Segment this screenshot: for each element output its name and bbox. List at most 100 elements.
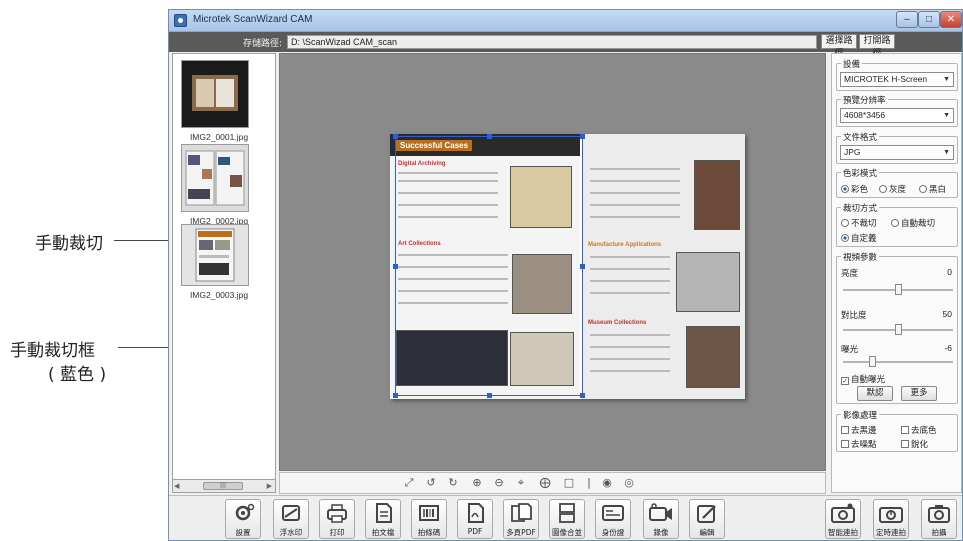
doc-text-line bbox=[590, 280, 670, 282]
auto-exposure-label: 自動曝光 bbox=[851, 375, 886, 385]
timed-burst-button[interactable]: 定時連拍 bbox=[873, 499, 909, 539]
save-path-label: 存儲路徑: bbox=[243, 39, 283, 49]
crop-handle-top-left[interactable] bbox=[393, 134, 398, 139]
capture-document-button[interactable]: 拍文檔 bbox=[365, 499, 401, 539]
barcode-icon bbox=[419, 505, 439, 521]
remove-background-checkbox[interactable]: 去底色 bbox=[901, 424, 937, 436]
color-mode-gray-radio[interactable]: 灰度 bbox=[879, 183, 906, 195]
close-button[interactable]: ✕ bbox=[940, 11, 962, 28]
expand-icon[interactable]: □ bbox=[562, 476, 576, 490]
minimize-button[interactable]: – bbox=[896, 11, 918, 28]
capture-barcode-button[interactable]: 拍條碼 bbox=[411, 499, 447, 539]
maximize-button[interactable]: □ bbox=[918, 11, 940, 28]
crop-mode-auto-radio[interactable]: 自動裁切 bbox=[891, 217, 935, 229]
color-mode-title: 色彩模式 bbox=[841, 167, 880, 179]
print-button[interactable]: 打印 bbox=[319, 499, 355, 539]
doc-text-line bbox=[590, 292, 670, 294]
crop-mode-none-label: 不裁切 bbox=[851, 219, 877, 229]
manual-crop-frame[interactable] bbox=[393, 134, 585, 398]
sharpen-checkbox[interactable]: 銳化 bbox=[901, 438, 928, 450]
multi-page-pdf-button[interactable]: 多頁PDF bbox=[503, 499, 539, 539]
image-merge-button[interactable]: 圖像合並 bbox=[549, 499, 585, 539]
center-crop-icon[interactable]: ⨁ bbox=[538, 476, 552, 490]
checkbox-icon bbox=[901, 440, 909, 448]
select-path-button[interactable]: 選擇路徑 bbox=[821, 34, 857, 59]
denoise-checkbox[interactable]: 去噪點 bbox=[841, 438, 877, 450]
capture-button[interactable]: 拍攝 bbox=[921, 499, 957, 539]
color-mode-bw-radio[interactable]: 黑白 bbox=[919, 183, 946, 195]
device-value: MICROTEK H-Screen bbox=[844, 74, 928, 84]
device-select[interactable]: MICROTEK H-Screen ▼ bbox=[840, 72, 954, 87]
default-button[interactable]: 默認 bbox=[857, 386, 893, 401]
doc-text-line bbox=[590, 168, 680, 170]
zoom-in-icon[interactable]: ⊕ bbox=[470, 476, 484, 490]
pdf-icon bbox=[468, 503, 484, 523]
crop-handle-top[interactable] bbox=[487, 134, 492, 139]
thumbnail-scrollbar[interactable]: ◀ ||| ▶ bbox=[172, 479, 276, 493]
doc-text-line bbox=[590, 334, 670, 336]
chevron-down-icon: ▼ bbox=[943, 149, 950, 156]
crop-handle-left[interactable] bbox=[393, 264, 398, 269]
remove-black-border-checkbox[interactable]: 去黑邊 bbox=[841, 424, 877, 436]
scrollbar-thumb[interactable]: ||| bbox=[203, 482, 243, 490]
capture-barcode-button-label: 拍條碼 bbox=[417, 528, 441, 537]
preview-toolbar: ⤢ ↺ ↻ ⊕ ⊖ ⌖ ⨁ □ | ◉ ◎ bbox=[279, 472, 826, 494]
sharpen-label: 銳化 bbox=[911, 440, 929, 450]
preview-resolution-select[interactable]: 4608*3456 ▼ bbox=[840, 108, 954, 123]
zoom-out-icon[interactable]: ⊖ bbox=[492, 476, 506, 490]
more-button[interactable]: 更多 bbox=[901, 386, 937, 401]
thumbnail-2[interactable] bbox=[181, 144, 249, 212]
thumbnail-1-image bbox=[182, 61, 248, 127]
callout-manual-crop-frame: 手動裁切框 bbox=[10, 341, 95, 361]
screenshot-root: 手動裁切 手動裁切框 ( 藍色 ) Microtek ScanWizard CA… bbox=[0, 0, 963, 541]
brightness-slider[interactable] bbox=[843, 284, 953, 295]
color-mode-bw-label: 黑白 bbox=[929, 185, 947, 195]
preview-area[interactable]: Successful Cases Digital Archiving Art C… bbox=[279, 53, 826, 471]
scroll-left-icon[interactable]: ◀ bbox=[174, 482, 179, 490]
thumbnail-1-name: IMG2_0001.jpg bbox=[189, 132, 249, 142]
doc-text-line bbox=[590, 204, 680, 206]
doc-text-line bbox=[590, 358, 670, 360]
exposure-slider[interactable] bbox=[843, 356, 953, 367]
contrast-slider[interactable] bbox=[843, 324, 953, 335]
crop-handle-bottom-left[interactable] bbox=[393, 393, 398, 398]
settings-button[interactable]: 設置 bbox=[225, 499, 261, 539]
print-button-label: 打印 bbox=[329, 528, 345, 537]
crop-handle-right[interactable] bbox=[580, 264, 585, 269]
color-mode-color-radio[interactable]: 彩色 bbox=[841, 183, 868, 195]
image-processing-title: 影像處理 bbox=[841, 409, 880, 421]
scroll-right-icon[interactable]: ▶ bbox=[267, 482, 272, 490]
contrast-slider-knob[interactable] bbox=[895, 324, 902, 335]
auto-exposure-checkbox[interactable]: ✓ 自動曝光 bbox=[841, 373, 885, 385]
watermark-button[interactable]: 浮水印 bbox=[273, 499, 309, 539]
file-format-select[interactable]: JPG ▼ bbox=[840, 145, 954, 160]
edit-button[interactable]: 編輯 bbox=[689, 499, 725, 539]
brightness-slider-knob[interactable] bbox=[895, 284, 902, 295]
device-group: 設備 MICROTEK H-Screen ▼ bbox=[836, 58, 958, 91]
smart-burst-button[interactable]: 智能連拍 bbox=[825, 499, 861, 539]
thumbnail-1[interactable] bbox=[181, 60, 249, 128]
multi-face-icon[interactable]: ◎ bbox=[622, 476, 636, 490]
crop-mode-none-radio[interactable]: 不裁切 bbox=[841, 217, 877, 229]
record-video-button[interactable]: 錄像 bbox=[643, 499, 679, 539]
save-path-field[interactable]: D: \ScanWizad CAM_scan bbox=[287, 35, 817, 49]
crop-mode-custom-radio[interactable]: 自定義 bbox=[841, 232, 877, 244]
crop-handle-bottom-right[interactable] bbox=[580, 393, 585, 398]
open-path-button[interactable]: 打開路徑 bbox=[859, 34, 895, 59]
crop-mode-custom-label: 自定義 bbox=[851, 234, 877, 244]
crop-handle-top-right[interactable] bbox=[580, 134, 585, 139]
crop-handle-bottom[interactable] bbox=[487, 393, 492, 398]
exposure-slider-knob[interactable] bbox=[869, 356, 876, 367]
timed-burst-button-label: 定時連拍 bbox=[876, 528, 906, 537]
rotate-right-icon[interactable]: ↻ bbox=[446, 476, 460, 490]
pdf-button[interactable]: PDF bbox=[457, 499, 493, 539]
preview-resolution-title: 預覽分辨率 bbox=[841, 94, 888, 106]
video-params-title: 視頻參數 bbox=[841, 251, 880, 263]
id-card-button[interactable]: 身份證 bbox=[595, 499, 631, 539]
record-video-button-label: 錄像 bbox=[653, 528, 669, 537]
crop-icon[interactable]: ⌖ bbox=[514, 476, 528, 490]
rotate-left-icon[interactable]: ↺ bbox=[424, 476, 438, 490]
fit-screen-icon[interactable]: ⤢ bbox=[402, 476, 416, 490]
thumbnail-3[interactable] bbox=[181, 224, 249, 286]
face-detect-icon[interactable]: ◉ bbox=[600, 476, 614, 490]
